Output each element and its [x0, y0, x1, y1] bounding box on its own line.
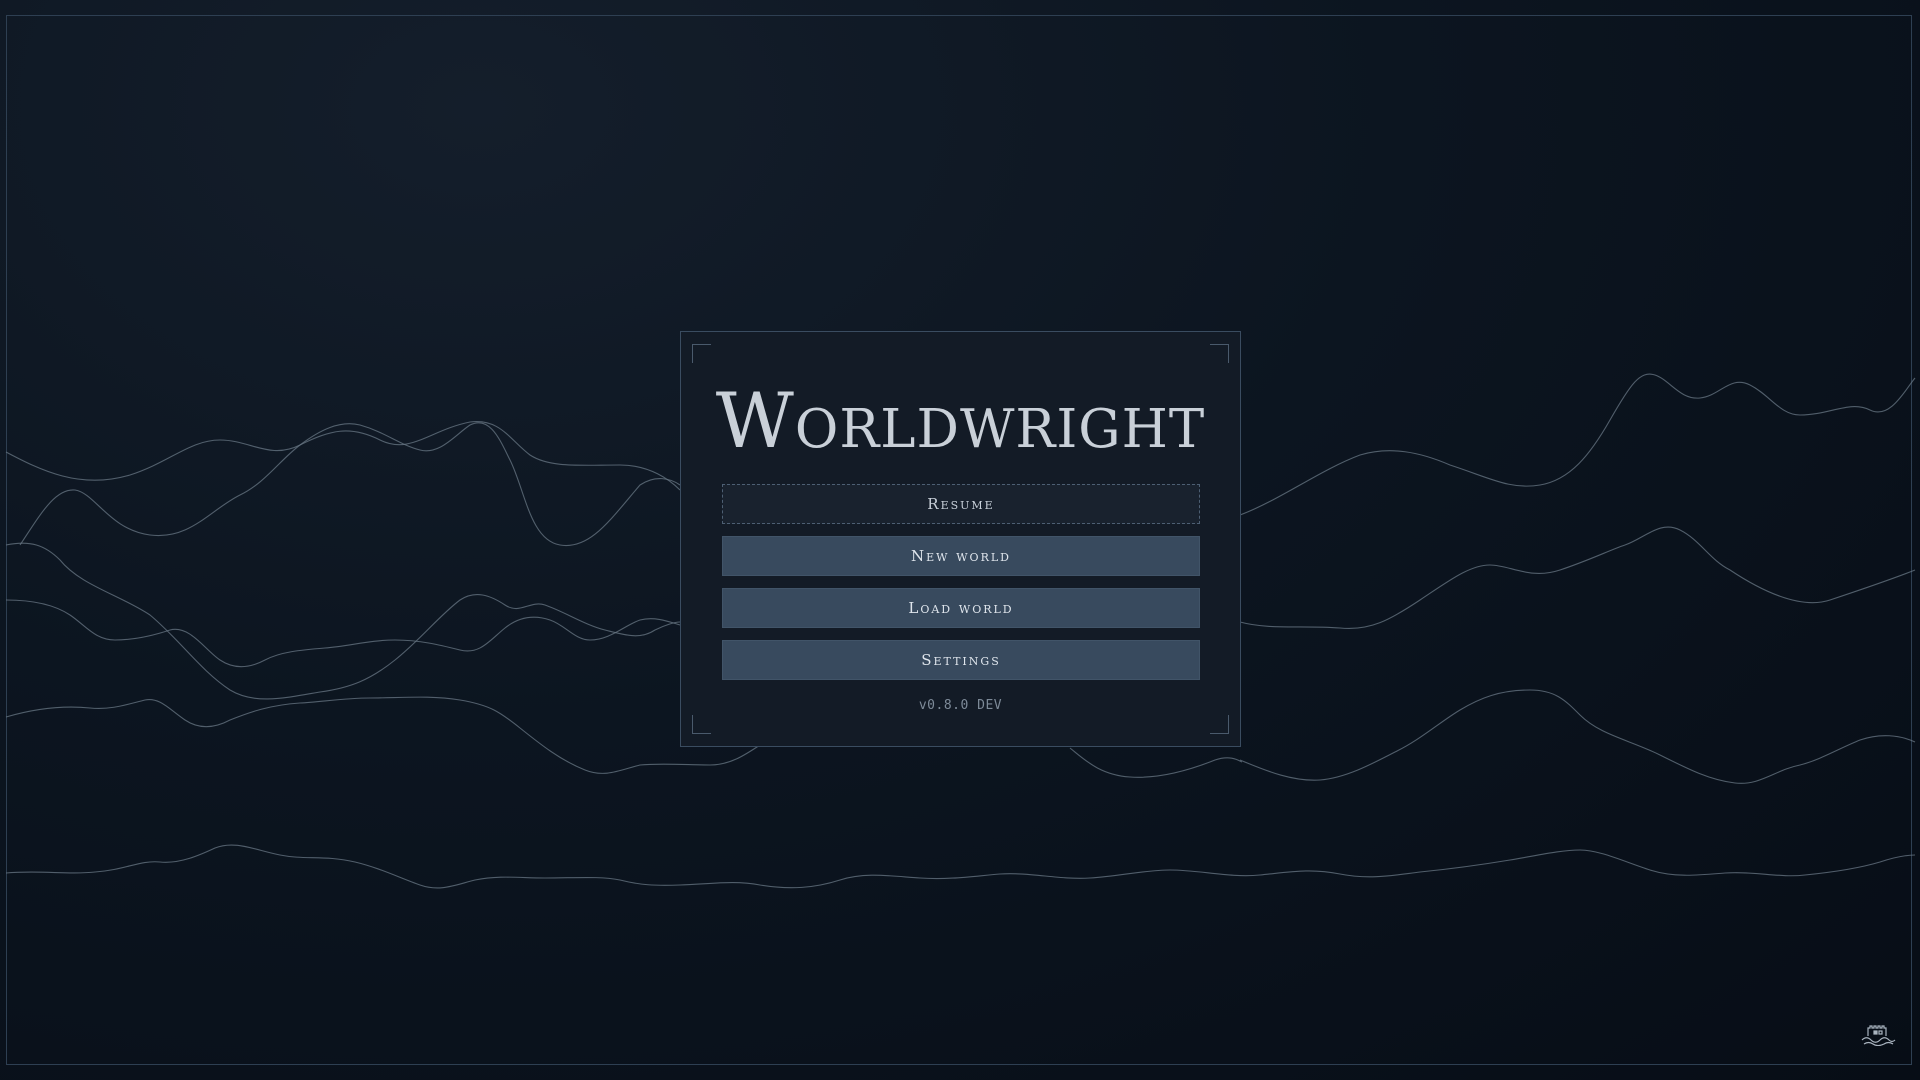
- game-title: Worldwright: [715, 376, 1206, 465]
- panel-corner-bottom-right: [1210, 715, 1229, 734]
- ridge-line-7: [1239, 689, 1916, 784]
- new-world-button-label: New world: [911, 547, 1011, 565]
- resume-button-label: Resume: [927, 495, 995, 513]
- ridge-line-2: [1239, 373, 1916, 516]
- panel-corner-bottom-left: [692, 715, 711, 734]
- castle-icon: [1861, 1025, 1896, 1046]
- panel-corner-top-left: [692, 344, 711, 363]
- main-menu-panel: Worldwright Resume New world Load world …: [680, 331, 1241, 747]
- resume-button[interactable]: Resume: [722, 484, 1200, 524]
- settings-button[interactable]: Settings: [722, 640, 1200, 680]
- version-label: v0.8.0 DEV: [918, 698, 1003, 713]
- ridge-line-8: [1069, 747, 1243, 778]
- ridge-line-4: [5, 542, 681, 700]
- ridge-line-1: [5, 421, 681, 491]
- panel-corner-top-right: [1210, 344, 1229, 363]
- ridge-line-10: [5, 599, 681, 668]
- ridge-line-6: [5, 696, 761, 774]
- load-world-button-label: Load world: [908, 599, 1014, 617]
- new-world-button[interactable]: New world: [722, 536, 1200, 576]
- ridge-line-3: [19, 422, 681, 547]
- settings-button-label: Settings: [921, 651, 1001, 669]
- ridge-line-5: [1239, 526, 1916, 630]
- load-world-button[interactable]: Load world: [722, 588, 1200, 628]
- ridge-line-9: [5, 844, 1916, 889]
